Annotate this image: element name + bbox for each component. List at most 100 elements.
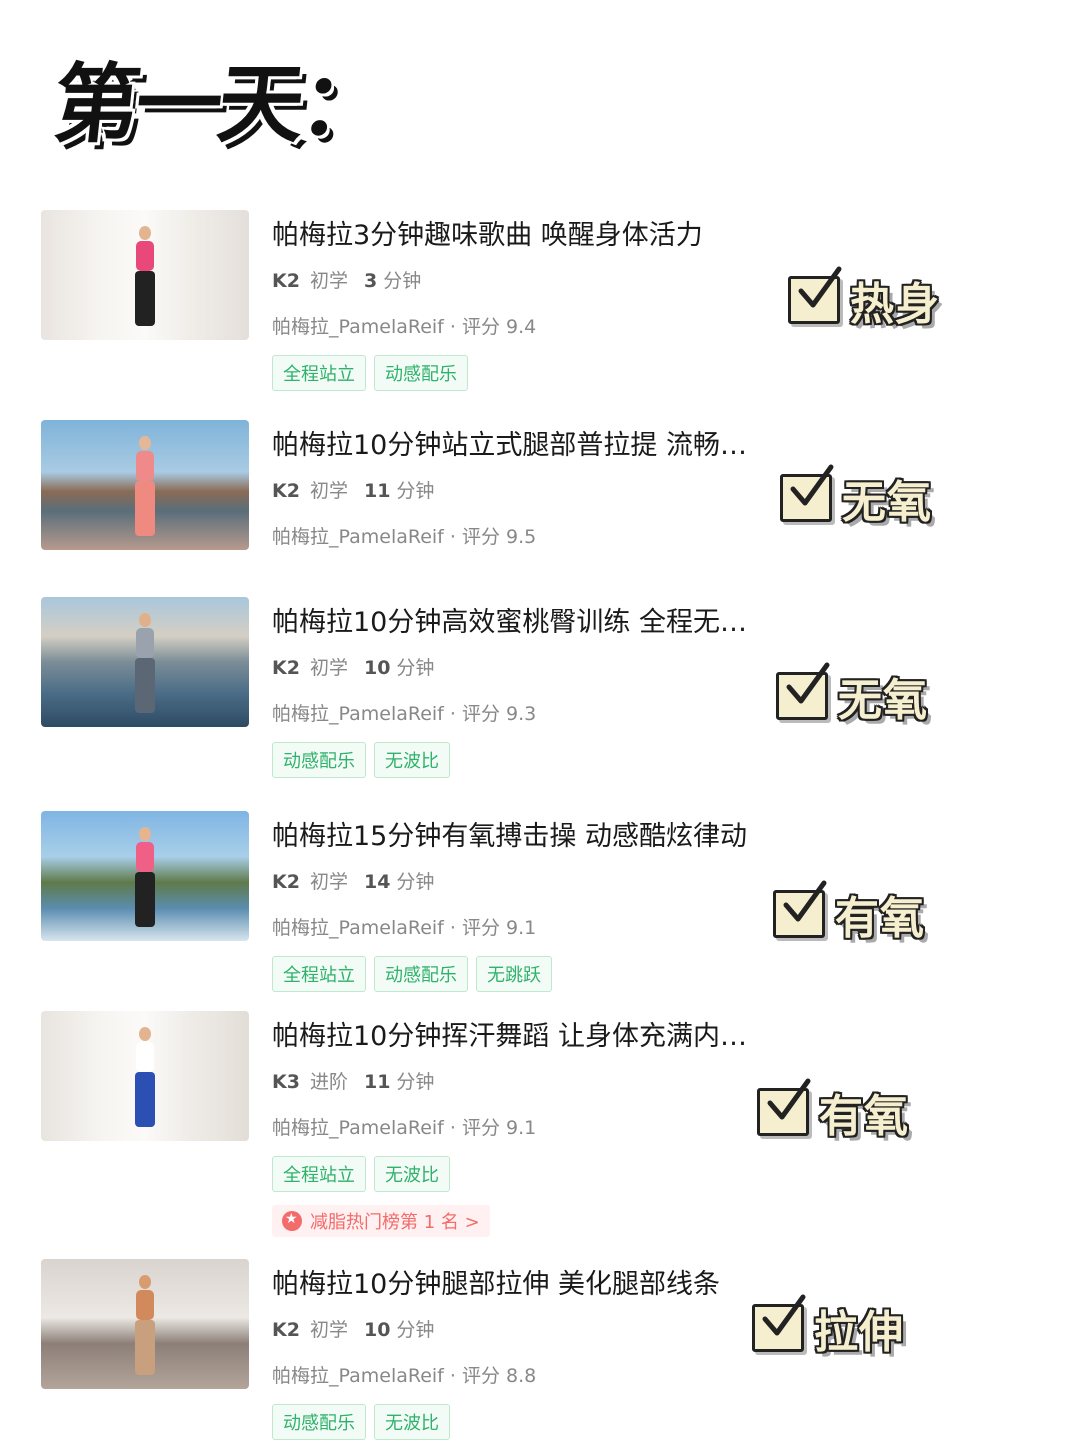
- workout-meta: K2 初学 3 分钟: [272, 266, 421, 293]
- checkbox-icon: [752, 1294, 806, 1352]
- trainer-figure: [130, 612, 160, 713]
- trainer-figure: [130, 826, 160, 927]
- tag-list: 全程站立 无波比: [272, 1156, 450, 1192]
- workout-thumbnail[interactable]: [41, 210, 249, 340]
- workout-title[interactable]: 帕梅拉15分钟有氧搏击操 动感酷炫律动: [272, 814, 747, 853]
- trainer-head: [139, 1274, 151, 1289]
- level-name: 进阶: [309, 1071, 348, 1093]
- trainer-figure: [130, 225, 160, 326]
- category-stamp: 无氧: [776, 662, 928, 728]
- trainer-top: [136, 1289, 154, 1320]
- trainer-legs: [135, 1319, 155, 1375]
- stamp-label: 热身: [850, 279, 940, 330]
- feature-tag[interactable]: 无波比: [374, 1156, 450, 1192]
- level-name: 初学: [309, 480, 348, 502]
- tag-list: 全程站立 动感配乐: [272, 355, 468, 391]
- workout-thumbnail[interactable]: [41, 1011, 249, 1141]
- workout-title[interactable]: 帕梅拉10分钟高效蜜桃臀训练 全程无…: [272, 600, 747, 639]
- ranking-text: 减脂热门榜第 1 名 >: [310, 1212, 480, 1233]
- feature-tag[interactable]: 动感配乐: [374, 956, 468, 992]
- feature-tag[interactable]: 动感配乐: [374, 355, 468, 391]
- trainer-legs: [135, 480, 155, 536]
- level-code: K3: [272, 1071, 300, 1093]
- trainer-top: [136, 450, 154, 481]
- feature-tag[interactable]: 无波比: [374, 1404, 450, 1440]
- trainer-legs: [135, 270, 155, 326]
- trainer-head: [139, 826, 151, 841]
- checkbox-icon: [757, 1078, 811, 1136]
- feature-tag[interactable]: 无波比: [374, 742, 450, 778]
- duration-value: 10: [363, 1319, 391, 1341]
- trainer-figure: [130, 435, 160, 536]
- category-stamp: 拉伸: [752, 1294, 904, 1360]
- feature-tag[interactable]: 全程站立: [272, 956, 366, 992]
- duration-unit: 分钟: [396, 657, 435, 679]
- workout-meta: K3 进阶 11 分钟: [272, 1067, 434, 1094]
- level-code: K2: [272, 480, 300, 502]
- checkbox-icon: [773, 880, 827, 938]
- trainer-top: [136, 240, 154, 271]
- stamp-label: 有氧: [835, 893, 925, 944]
- trainer-figure: [130, 1274, 160, 1375]
- workout-thumbnail[interactable]: [41, 420, 249, 550]
- stamp-label: 拉伸: [814, 1307, 904, 1358]
- workout-meta: K2 初学 10 分钟: [272, 1315, 434, 1342]
- trainer-head: [139, 612, 151, 627]
- level-code: K2: [272, 1319, 300, 1341]
- workout-thumbnail[interactable]: [41, 1259, 249, 1389]
- author-rating: 帕梅拉_PamelaReif · 评分 9.5: [272, 526, 537, 548]
- category-stamp: 有氧: [757, 1078, 909, 1144]
- duration-value: 10: [363, 657, 391, 679]
- trainer-top: [136, 841, 154, 872]
- workout-thumbnail[interactable]: [41, 811, 249, 941]
- checkbox-icon: [780, 464, 834, 522]
- trainer-head: [139, 435, 151, 450]
- level-name: 初学: [309, 871, 348, 893]
- workout-title[interactable]: 帕梅拉10分钟腿部拉伸 美化腿部线条: [272, 1262, 720, 1301]
- category-stamp: 无氧: [780, 464, 932, 530]
- author-rating: 帕梅拉_PamelaReif · 评分 9.1: [272, 1117, 537, 1139]
- trainer-head: [139, 225, 151, 240]
- level-name: 初学: [309, 657, 348, 679]
- tag-list: 动感配乐 无波比: [272, 742, 450, 778]
- duration-value: 11: [363, 1071, 391, 1093]
- checkbox-icon: [776, 662, 830, 720]
- author-rating: 帕梅拉_PamelaReif · 评分 9.3: [272, 703, 537, 725]
- author-rating: 帕梅拉_PamelaReif · 评分 8.8: [272, 1365, 537, 1387]
- duration-unit: 分钟: [396, 1071, 435, 1093]
- ranking-badge[interactable]: 减脂热门榜第 1 名 >: [272, 1205, 490, 1237]
- trainer-legs: [135, 657, 155, 713]
- level-name: 初学: [309, 1319, 348, 1341]
- workout-thumbnail[interactable]: [41, 597, 249, 727]
- trainer-top: [136, 627, 154, 658]
- workout-title[interactable]: 帕梅拉10分钟站立式腿部普拉提 流畅…: [272, 423, 747, 462]
- feature-tag[interactable]: 动感配乐: [272, 1404, 366, 1440]
- level-code: K2: [272, 657, 300, 679]
- trainer-top: [136, 1041, 154, 1072]
- workout-title[interactable]: 帕梅拉10分钟挥汗舞蹈 让身体充满内…: [272, 1014, 747, 1053]
- feature-tag[interactable]: 无跳跃: [476, 956, 552, 992]
- stamp-label: 有氧: [819, 1091, 909, 1142]
- feature-tag[interactable]: 动感配乐: [272, 742, 366, 778]
- feature-tag[interactable]: 全程站立: [272, 1156, 366, 1192]
- trainer-legs: [135, 871, 155, 927]
- trainer-head: [139, 1026, 151, 1041]
- trainer-legs: [135, 1071, 155, 1127]
- category-stamp: 热身: [788, 266, 940, 332]
- checkbox-icon: [788, 266, 842, 324]
- author-rating: 帕梅拉_PamelaReif · 评分 9.4: [272, 316, 537, 338]
- level-code: K2: [272, 871, 300, 893]
- duration-unit: 分钟: [396, 871, 435, 893]
- duration-unit: 分钟: [396, 1319, 435, 1341]
- tag-list: 动感配乐 无波比: [272, 1404, 450, 1440]
- author-rating: 帕梅拉_PamelaReif · 评分 9.1: [272, 917, 537, 939]
- stamp-label: 无氧: [842, 477, 932, 528]
- category-stamp: 有氧: [773, 880, 925, 946]
- tag-list: 全程站立 动感配乐 无跳跃: [272, 956, 552, 992]
- duration-value: 11: [363, 480, 391, 502]
- level-name: 初学: [309, 270, 348, 292]
- stamp-label: 无氧: [838, 675, 928, 726]
- feature-tag[interactable]: 全程站立: [272, 355, 366, 391]
- duration-unit: 分钟: [396, 480, 435, 502]
- workout-title[interactable]: 帕梅拉3分钟趣味歌曲 唤醒身体活力: [272, 213, 703, 252]
